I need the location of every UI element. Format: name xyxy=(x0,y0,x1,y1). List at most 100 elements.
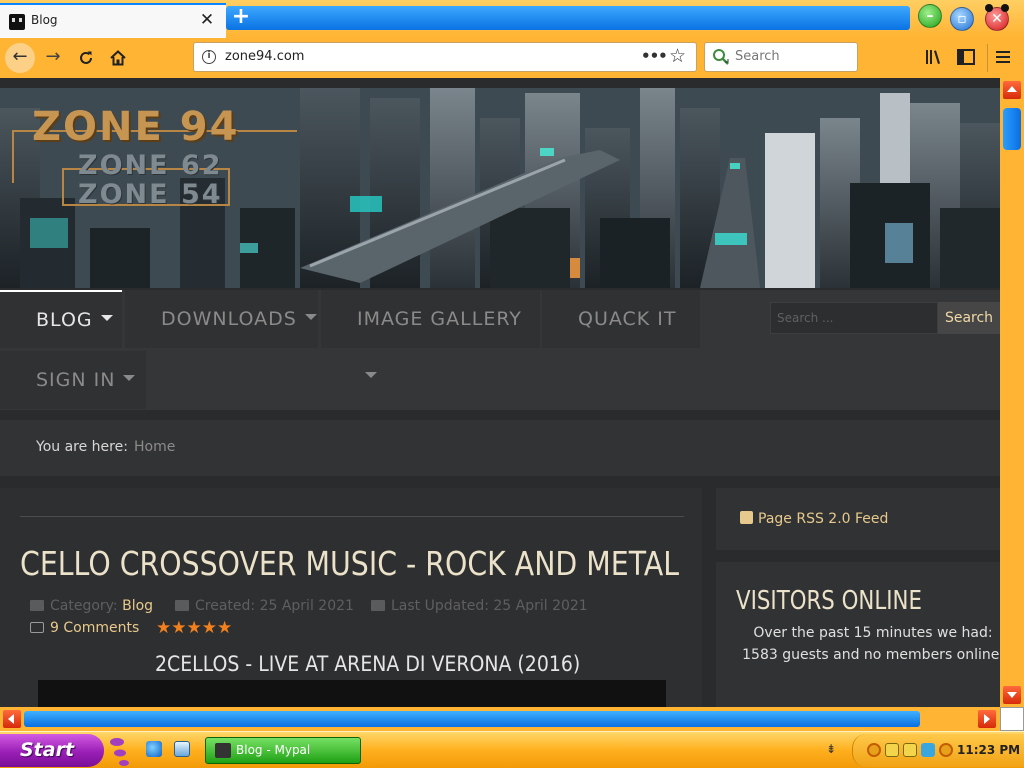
arrow-right-icon xyxy=(984,714,990,724)
article-created: Created: 25 April 2021 xyxy=(175,598,354,614)
article-title[interactable]: CELLO CROSSOVER MUSIC - ROCK AND METAL xyxy=(20,544,679,583)
arrow-left-icon xyxy=(8,714,14,724)
mypal-icon xyxy=(215,743,231,758)
category-label: Category: xyxy=(50,598,118,614)
article: CELLO CROSSOVER MUSIC - ROCK AND METAL C… xyxy=(0,488,702,707)
site-search-input[interactable] xyxy=(770,302,938,334)
site-logo-sub1: ZONE 62 xyxy=(78,150,223,181)
vertical-scrollbar[interactable] xyxy=(1000,78,1024,707)
caret-down-icon xyxy=(100,315,113,321)
nav-item-blog[interactable]: BLOG xyxy=(0,290,122,348)
address-bar[interactable]: i zone94.com ••• ☆ xyxy=(193,42,697,72)
scroll-right-button[interactable] xyxy=(978,710,996,728)
screen: Blog ✕ + – ▫ ✕ ← → i zone94.com ••• ☆ Se… xyxy=(0,0,1024,768)
folder-icon xyxy=(30,600,44,611)
taskbar-item-blog[interactable]: Blog - Mypal xyxy=(205,737,361,764)
scroll-down-button[interactable] xyxy=(1003,686,1021,704)
web-viewport: ZONE 94 ZONE 62 ZONE 54 BLOG DOWNLOADS I… xyxy=(0,78,1000,707)
page-actions-icon[interactable]: ••• xyxy=(641,47,668,65)
back-button[interactable]: ← xyxy=(5,43,35,73)
show-desktop-icon[interactable] xyxy=(174,741,190,757)
nav-item-label: QUACK IT xyxy=(578,308,677,330)
scroll-left-button[interactable] xyxy=(3,710,21,728)
site-favicon-icon xyxy=(9,14,25,30)
library-icon[interactable] xyxy=(924,47,944,67)
nav-item-label: DOWNLOADS xyxy=(161,308,297,330)
site-info-icon[interactable]: i xyxy=(202,50,216,64)
category-link[interactable]: Blog xyxy=(122,598,153,614)
scroll-corner xyxy=(1000,707,1024,731)
nav-item-image-gallery[interactable]: IMAGE GALLERY xyxy=(321,290,540,378)
start-button[interactable]: Start xyxy=(0,734,104,767)
visitors-text: Over the past 15 minutes we had: 1583 gu… xyxy=(742,625,1000,663)
created-date: Created: 25 April 2021 xyxy=(195,598,354,614)
search-tray-icon-2[interactable] xyxy=(939,743,953,757)
reload-button[interactable] xyxy=(71,43,101,73)
clock[interactable]: 11:23 PM xyxy=(957,743,1020,757)
visitors-title: VISITORS ONLINE xyxy=(736,586,922,616)
site-logo-main[interactable]: ZONE 94 xyxy=(32,104,239,150)
tab-strip: Blog ✕ + – ▫ ✕ xyxy=(0,0,1024,38)
tray-expand-icon[interactable]: ⇟ xyxy=(826,742,838,758)
network-tray-icon[interactable] xyxy=(921,743,935,757)
tab-title: Blog xyxy=(31,13,58,27)
nav-item-label: IMAGE GALLERY xyxy=(357,308,522,330)
home-icon xyxy=(110,50,126,66)
reload-icon xyxy=(80,51,92,64)
updated-date: Last Updated: 25 April 2021 xyxy=(391,598,588,614)
embedded-video[interactable] xyxy=(38,680,666,707)
security-tray-icon[interactable] xyxy=(903,743,917,757)
comments-count: 9 Comments xyxy=(50,620,140,636)
toolbar-divider xyxy=(987,44,988,72)
browser-search-box[interactable] xyxy=(704,42,858,72)
taskbar-item-label: Blog - Mypal xyxy=(236,743,311,757)
nav-item-quack-it[interactable]: QUACK IT xyxy=(542,290,700,348)
search-tray-icon[interactable] xyxy=(867,743,881,757)
hamburger-menu-icon[interactable] xyxy=(993,47,1013,67)
rss-icon xyxy=(740,511,753,524)
tab-strip-background xyxy=(226,6,910,30)
home-button[interactable] xyxy=(103,43,133,73)
tab-blog[interactable]: Blog ✕ xyxy=(0,3,226,38)
header-banner[interactable]: ZONE 94 ZONE 62 ZONE 54 xyxy=(0,88,1000,288)
nav-item-downloads[interactable]: DOWNLOADS xyxy=(125,290,318,348)
minimize-button[interactable]: – xyxy=(918,4,942,28)
site-search-button[interactable]: Search xyxy=(938,302,1000,334)
rating-stars[interactable]: ★★★★★ xyxy=(156,618,232,638)
system-tray: 11:23 PM xyxy=(852,734,1024,767)
video-title: 2CELLOS - LIVE AT ARENA DI VERONA (2016) xyxy=(155,652,581,676)
search-engine-icon[interactable] xyxy=(712,48,730,66)
tab-close-icon[interactable]: ✕ xyxy=(198,10,216,30)
horizontal-scroll-thumb[interactable] xyxy=(24,711,920,727)
article-divider xyxy=(20,516,684,517)
url-text[interactable]: zone94.com xyxy=(225,49,304,64)
calendar-icon xyxy=(175,600,189,611)
forward-button[interactable]: → xyxy=(38,43,68,73)
caret-down-icon xyxy=(123,375,136,381)
arrow-down-icon xyxy=(1007,692,1017,698)
new-tab-button[interactable]: + xyxy=(229,6,253,30)
vertical-scroll-thumb[interactable] xyxy=(1003,108,1021,150)
sidebar-icon[interactable] xyxy=(956,47,976,67)
maximize-button[interactable]: ▫ xyxy=(950,7,974,31)
start-decoration-icon xyxy=(110,738,129,766)
browser-search-input[interactable] xyxy=(735,49,850,64)
caret-down-icon xyxy=(365,372,377,378)
browser-quicklaunch-icon[interactable] xyxy=(146,741,162,757)
shield-tray-icon[interactable] xyxy=(885,743,899,757)
nav-item-label: BLOG xyxy=(36,309,93,331)
bookmark-star-icon[interactable]: ☆ xyxy=(669,45,686,67)
close-window-button[interactable]: ✕ xyxy=(985,4,1009,31)
scroll-up-button[interactable] xyxy=(1003,81,1021,99)
rss-module: Page RSS 2.0 Feed xyxy=(716,488,1000,550)
breadcrumb-home-link[interactable]: Home xyxy=(134,439,175,455)
nav-item-sign-in[interactable]: SIGN IN xyxy=(0,351,146,409)
breadcrumb: You are here: Home xyxy=(0,420,1000,476)
breadcrumb-label: You are here: xyxy=(36,439,128,455)
comments-link[interactable]: 9 Comments xyxy=(30,620,139,636)
rss-feed-link[interactable]: Page RSS 2.0 Feed xyxy=(740,511,888,527)
horizontal-scrollbar[interactable] xyxy=(0,707,1000,731)
main-navigation: BLOG DOWNLOADS IMAGE GALLERY QUACK IT SI… xyxy=(0,290,1000,410)
navigation-toolbar: ← → i zone94.com ••• ☆ xyxy=(0,38,1024,78)
caret-down-icon xyxy=(304,314,317,320)
